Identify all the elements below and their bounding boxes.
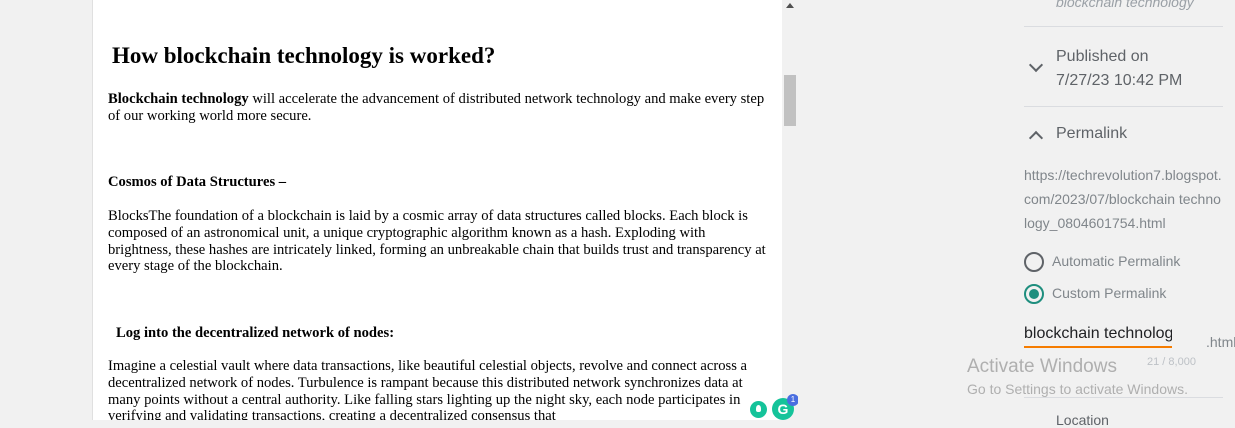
grammarly-lightbulb-icon[interactable] <box>750 401 767 418</box>
scroll-up-arrow-icon[interactable] <box>786 3 794 8</box>
activate-windows-title: Activate Windows <box>967 356 1117 377</box>
intro-bold: Blockchain technology <box>108 91 249 107</box>
divider <box>1024 397 1223 398</box>
divider <box>1024 26 1223 27</box>
published-section[interactable]: Published on 7/27/23 10:42 PM <box>1056 45 1182 93</box>
section2-paragraph: Imagine a celestial vault where data tra… <box>108 358 748 420</box>
published-value: 7/27/23 10:42 PM <box>1056 72 1183 89</box>
editor-scrollbar[interactable] <box>782 0 798 420</box>
scroll-thumb[interactable] <box>784 75 796 126</box>
divider <box>1024 106 1223 107</box>
left-gutter <box>0 0 92 420</box>
automatic-permalink-label[interactable]: Automatic Permalink <box>1052 253 1180 269</box>
permalink-heading[interactable]: Permalink <box>1056 125 1127 143</box>
permalink-extension: .html <box>1206 334 1235 350</box>
intro-paragraph: Blockchain technology will accelerate th… <box>108 91 768 125</box>
permalink-url: https://techrevolution7.blogspot.com/202… <box>1024 167 1222 231</box>
published-label: Published on <box>1056 48 1149 65</box>
character-count: 21 / 8,000 <box>1147 356 1196 368</box>
section1-paragraph: BlocksThe foundation of a blockchain is … <box>108 208 766 275</box>
labels-summary: blockchain technology <box>1056 0 1194 10</box>
editor-document[interactable]: How blockchain technology is worked? Blo… <box>92 0 783 420</box>
location-section-label[interactable]: Location <box>1056 412 1109 428</box>
custom-permalink-radio[interactable] <box>1024 284 1044 304</box>
custom-permalink-label[interactable]: Custom Permalink <box>1052 285 1166 301</box>
article-title: How blockchain technology is worked? <box>112 43 496 68</box>
permalink-slug-input[interactable] <box>1024 322 1172 348</box>
section1-heading: Cosmos of Data Structures – <box>108 174 287 190</box>
section2-heading: Log into the decentralized network of no… <box>116 325 395 341</box>
automatic-permalink-radio[interactable] <box>1024 252 1044 272</box>
activate-windows-subtitle: Go to Settings to activate Windows. <box>967 381 1188 397</box>
